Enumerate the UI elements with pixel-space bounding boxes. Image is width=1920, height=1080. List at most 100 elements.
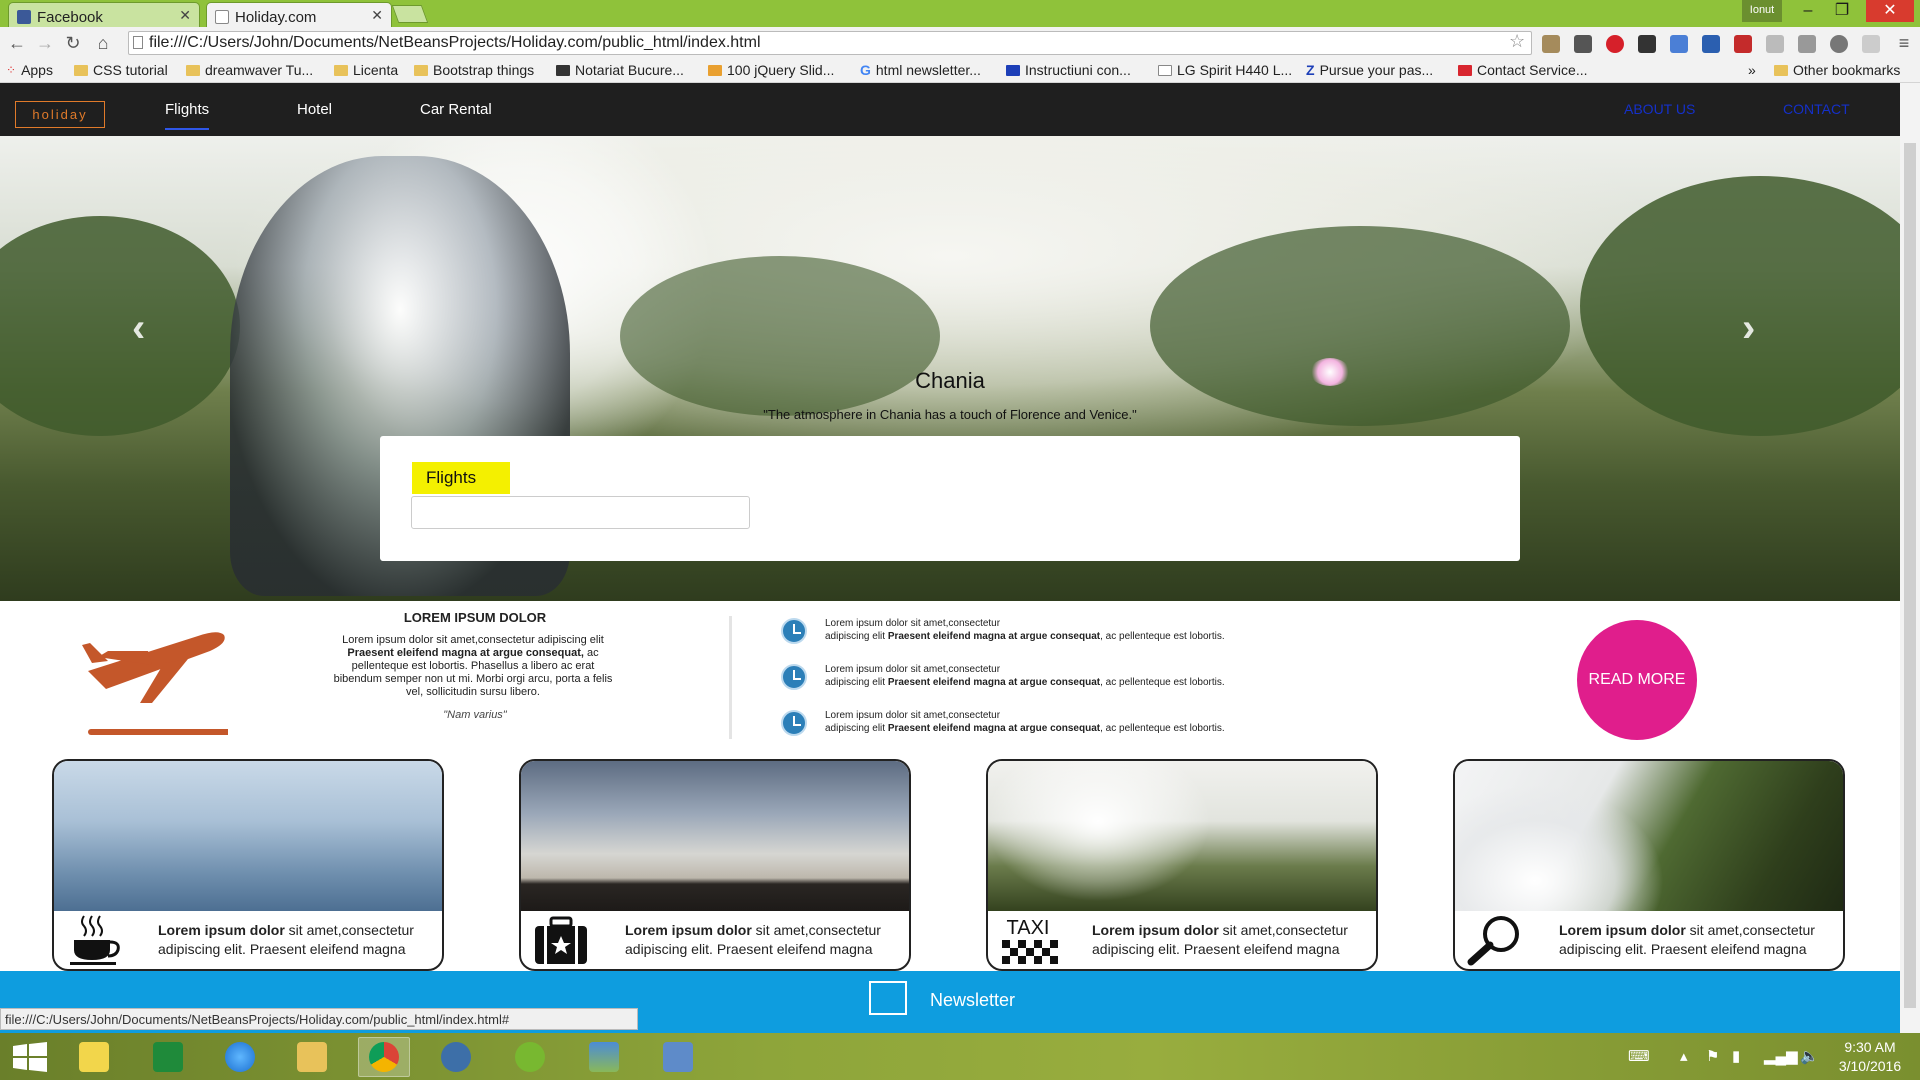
clock-date: 3/10/2016 <box>1838 1058 1902 1074</box>
adblock-icon[interactable] <box>1606 35 1624 53</box>
bookmarks-bar: ⁘ Apps CSS tutorial dreamwaver Tu... Lice… <box>0 59 1920 83</box>
nav-about-us[interactable]: ABOUT US <box>1624 101 1695 117</box>
bookmark-item[interactable]: Bootstrap things <box>414 62 534 78</box>
bookmark-item[interactable]: dreamwaver Tu... <box>186 62 313 78</box>
taskbar-obs[interactable] <box>430 1037 482 1077</box>
newsletter-label[interactable]: Newsletter <box>930 990 1015 1011</box>
new-tab-button[interactable] <box>391 5 429 23</box>
flash-icon[interactable] <box>1638 35 1656 53</box>
tab-holiday[interactable]: Holiday.com ✕ <box>206 2 392 27</box>
site-logo[interactable]: holiday <box>15 101 105 128</box>
bookmark-item[interactable]: 100 jQuery Slid... <box>708 62 834 78</box>
card-text: Lorem ipsum dolor sit amet,consectetur a… <box>1559 921 1839 959</box>
home-icon[interactable]: ⌂ <box>92 32 114 54</box>
reload-icon[interactable]: ↻ <box>62 32 84 54</box>
coffee-icon <box>70 915 120 965</box>
page-icon <box>215 10 229 24</box>
bookmark-item[interactable]: Licenta <box>334 62 398 78</box>
newsletter-checkbox[interactable] <box>869 981 907 1015</box>
carousel-next-arrow[interactable]: › <box>1742 306 1755 351</box>
service-card[interactable]: Lorem ipsum dolor sit amet,consectetur a… <box>519 759 911 971</box>
profile-button[interactable]: Ionut <box>1742 0 1782 22</box>
volume-icon[interactable]: 🔈 <box>1800 1047 1819 1065</box>
network-signal-icon[interactable]: ▂▄▆ <box>1764 1047 1798 1065</box>
taskbar-file-explorer[interactable] <box>286 1037 338 1077</box>
bookmark-item[interactable]: Z Pursue your pas... <box>1306 62 1433 78</box>
service-card[interactable]: Lorem ipsum dolor sit amet,consectetur a… <box>1453 759 1845 971</box>
flights-tab[interactable]: Flights <box>412 462 510 494</box>
close-window-button[interactable]: ✕ <box>1866 0 1914 22</box>
show-hidden-icons-icon[interactable]: ▴ <box>1680 1047 1688 1065</box>
other-bookmarks[interactable]: Other bookmarks <box>1774 62 1900 78</box>
read-more-button[interactable]: READ MORE <box>1577 620 1697 740</box>
feature-text: Lorem ipsum dolor sit amet,consectetur ad… <box>825 617 1385 643</box>
bookmark-item[interactable]: Instructiuni con... <box>1006 62 1131 78</box>
extension-icon[interactable] <box>1574 35 1592 53</box>
page-scrollbar[interactable] <box>1900 83 1920 1033</box>
extension-icon[interactable] <box>1798 35 1816 53</box>
nav-contact[interactable]: CONTACT <box>1783 101 1850 117</box>
card-photo-traveler <box>988 761 1376 911</box>
pocket-icon[interactable] <box>1734 35 1752 53</box>
extension-icon[interactable] <box>1766 35 1784 53</box>
hero-background-tree <box>0 216 240 436</box>
taskbar-chrome[interactable] <box>358 1037 410 1077</box>
close-tab-icon[interactable]: ✕ <box>371 7 383 24</box>
bookmark-item[interactable]: Ghtml newsletter... <box>860 62 981 78</box>
bookmark-apps[interactable]: ⁘ Apps <box>6 62 53 78</box>
carousel-prev-arrow[interactable]: ‹ <box>132 306 145 351</box>
battery-icon[interactable]: ▮ <box>1732 1047 1740 1065</box>
extension-icon[interactable] <box>1702 35 1720 53</box>
address-bar[interactable]: file:///C:/Users/John/Documents/NetBeans… <box>128 31 1532 55</box>
start-button[interactable] <box>4 1037 56 1077</box>
close-tab-icon[interactable]: ✕ <box>179 7 191 24</box>
taskbar-photos[interactable] <box>578 1037 630 1077</box>
nav-flights[interactable]: Flights <box>165 101 210 130</box>
keyboard-icon[interactable]: ⌨ <box>1628 1047 1650 1065</box>
action-center-flag-icon[interactable]: ⚑ <box>1706 1047 1719 1065</box>
bookmark-favicon <box>708 64 722 76</box>
folder-icon <box>334 64 348 76</box>
taskbar-internet-explorer[interactable] <box>214 1037 266 1077</box>
folder-icon <box>74 64 88 76</box>
taskbar-utorrent[interactable] <box>504 1037 556 1077</box>
tab-title: Holiday.com <box>235 8 317 26</box>
hero-carousel: ‹ › Chania "The atmosphere in Chania has… <box>0 136 1900 601</box>
nav-car-rental[interactable]: Car Rental <box>420 101 492 128</box>
flight-search-panel: Flights <box>380 436 1520 561</box>
bookmark-label: LG Spirit H440 L... <box>1177 62 1293 78</box>
bookmark-item[interactable]: CSS tutorial <box>74 62 168 78</box>
tab-facebook[interactable]: Facebook ✕ <box>8 2 200 27</box>
folder-icon <box>1774 64 1788 76</box>
scrollbar-thumb[interactable] <box>1904 143 1916 1008</box>
extension-icon[interactable] <box>1862 35 1880 53</box>
taskbar-excel[interactable] <box>142 1037 194 1077</box>
taskbar-sticky-notes[interactable] <box>68 1037 120 1077</box>
bookmarks-overflow-button[interactable]: » <box>1748 62 1756 78</box>
maximize-button[interactable]: ❐ <box>1822 0 1862 22</box>
extension-icon[interactable] <box>1830 35 1848 53</box>
feature-bold: Praesent eleifend magna at argue consequ… <box>887 631 1101 642</box>
taskbar-virtualbox[interactable] <box>652 1037 704 1077</box>
browser-tab-strip: Facebook ✕ Holiday.com ✕ Ionut – ❐ ✕ <box>0 0 1920 27</box>
bookmark-favicon <box>556 64 570 76</box>
service-card[interactable]: Lorem ipsum dolor sit amet,consectetur a… <box>52 759 444 971</box>
extension-icon[interactable] <box>1542 35 1560 53</box>
card-text-bold: Lorem ipsum dolor <box>158 922 285 938</box>
google-icon: G <box>860 62 871 78</box>
back-icon[interactable]: ← <box>6 32 28 54</box>
forward-icon[interactable]: → <box>34 32 56 54</box>
service-card[interactable]: TAXI Lorem ipsum dolor sit amet,consecte… <box>986 759 1378 971</box>
nav-hotel[interactable]: Hotel <box>297 101 332 128</box>
menu-icon[interactable]: ≡ <box>1893 32 1915 54</box>
bookmark-item[interactable]: Contact Service... <box>1458 62 1588 78</box>
bookmark-item[interactable]: LG Spirit H440 L... <box>1158 62 1292 78</box>
taskbar-clock[interactable]: 9:30 AM 3/10/2016 <box>1830 1038 1910 1076</box>
feature-bold: Praesent eleifend magna at argue consequ… <box>887 723 1101 734</box>
feature-line: Lorem ipsum dolor sit amet,consectetur <box>825 710 1001 721</box>
flight-search-input[interactable] <box>411 496 750 529</box>
utorrent-icon <box>515 1042 545 1072</box>
translate-icon[interactable] <box>1670 35 1688 53</box>
bookmark-item[interactable]: Notariat Bucure... <box>556 62 684 78</box>
bookmark-star-icon[interactable]: ☆ <box>1509 31 1525 52</box>
